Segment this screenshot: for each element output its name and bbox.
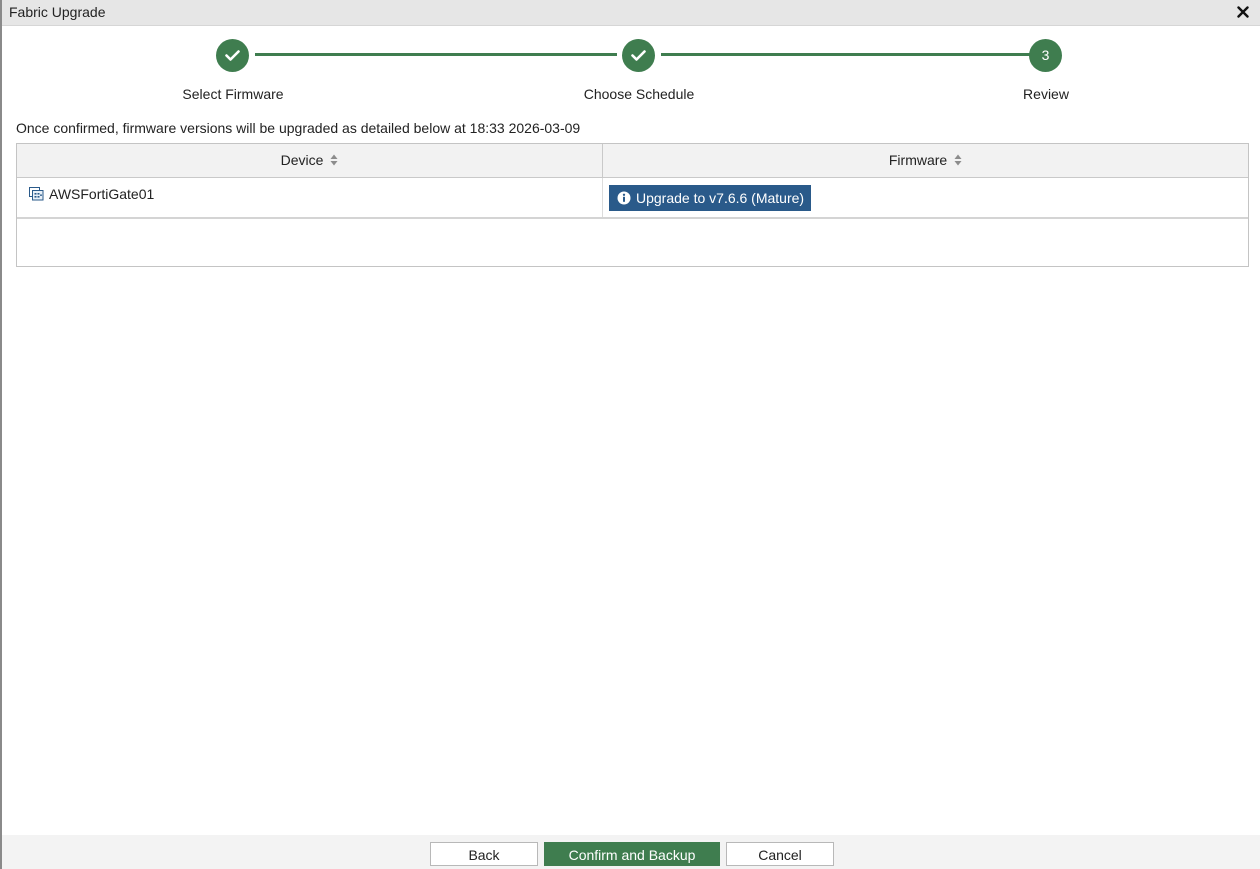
wizard-stepper: 3 Select Firmware Choose Schedule Review (2, 25, 1260, 110)
step-connector-2 (661, 53, 1030, 56)
column-header-firmware[interactable]: Firmware (603, 144, 1248, 177)
close-button[interactable] (1234, 2, 1252, 22)
check-icon (225, 50, 240, 61)
step-2-indicator (622, 39, 655, 72)
column-header-device-label: Device (280, 152, 324, 168)
dialog-footer: Back Confirm and Backup Config Cancel (2, 835, 1260, 869)
step-label-select-firmware: Select Firmware (182, 86, 284, 102)
fortigate-device-icon (29, 187, 44, 201)
step-3-number: 3 (1041, 47, 1050, 63)
table-row[interactable]: AWSFortiGate01 Upgrade to v7.6.6 (Mature… (17, 178, 1248, 219)
sort-icon (954, 154, 962, 166)
cancel-button[interactable]: Cancel (726, 842, 834, 866)
upgrade-table: Device Firmware AWSFortiGate01 Upgrade t… (16, 143, 1249, 267)
confirmation-message: Once confirmed, firmware versions will b… (16, 120, 581, 136)
close-icon (1237, 6, 1249, 18)
sort-icon (330, 154, 338, 166)
info-icon (617, 191, 631, 205)
back-button[interactable]: Back (430, 842, 538, 866)
step-label-choose-schedule: Choose Schedule (583, 86, 695, 102)
check-icon (631, 50, 646, 61)
column-header-firmware-label: Firmware (888, 152, 948, 168)
device-name: AWSFortiGate01 (49, 186, 155, 202)
step-3-indicator: 3 (1029, 39, 1062, 72)
device-cell: AWSFortiGate01 (17, 178, 603, 217)
step-1-indicator (216, 39, 249, 72)
title-bar: Fabric Upgrade (2, 0, 1260, 26)
firmware-cell: Upgrade to v7.6.6 (Mature) (603, 178, 1248, 217)
step-label-review: Review (1023, 86, 1069, 102)
firmware-upgrade-label: Upgrade to v7.6.6 (Mature) (636, 190, 805, 206)
confirm-and-backup-config-button[interactable]: Confirm and Backup Config (544, 842, 720, 866)
dialog-title: Fabric Upgrade (9, 4, 106, 20)
step-connector-1 (255, 53, 617, 56)
fabric-upgrade-dialog: Fabric Upgrade 3 Select Firmware Choose … (0, 0, 1260, 869)
firmware-upgrade-badge[interactable]: Upgrade to v7.6.6 (Mature) (609, 185, 812, 211)
column-header-device[interactable]: Device (17, 144, 603, 177)
table-header: Device Firmware (17, 144, 1248, 178)
